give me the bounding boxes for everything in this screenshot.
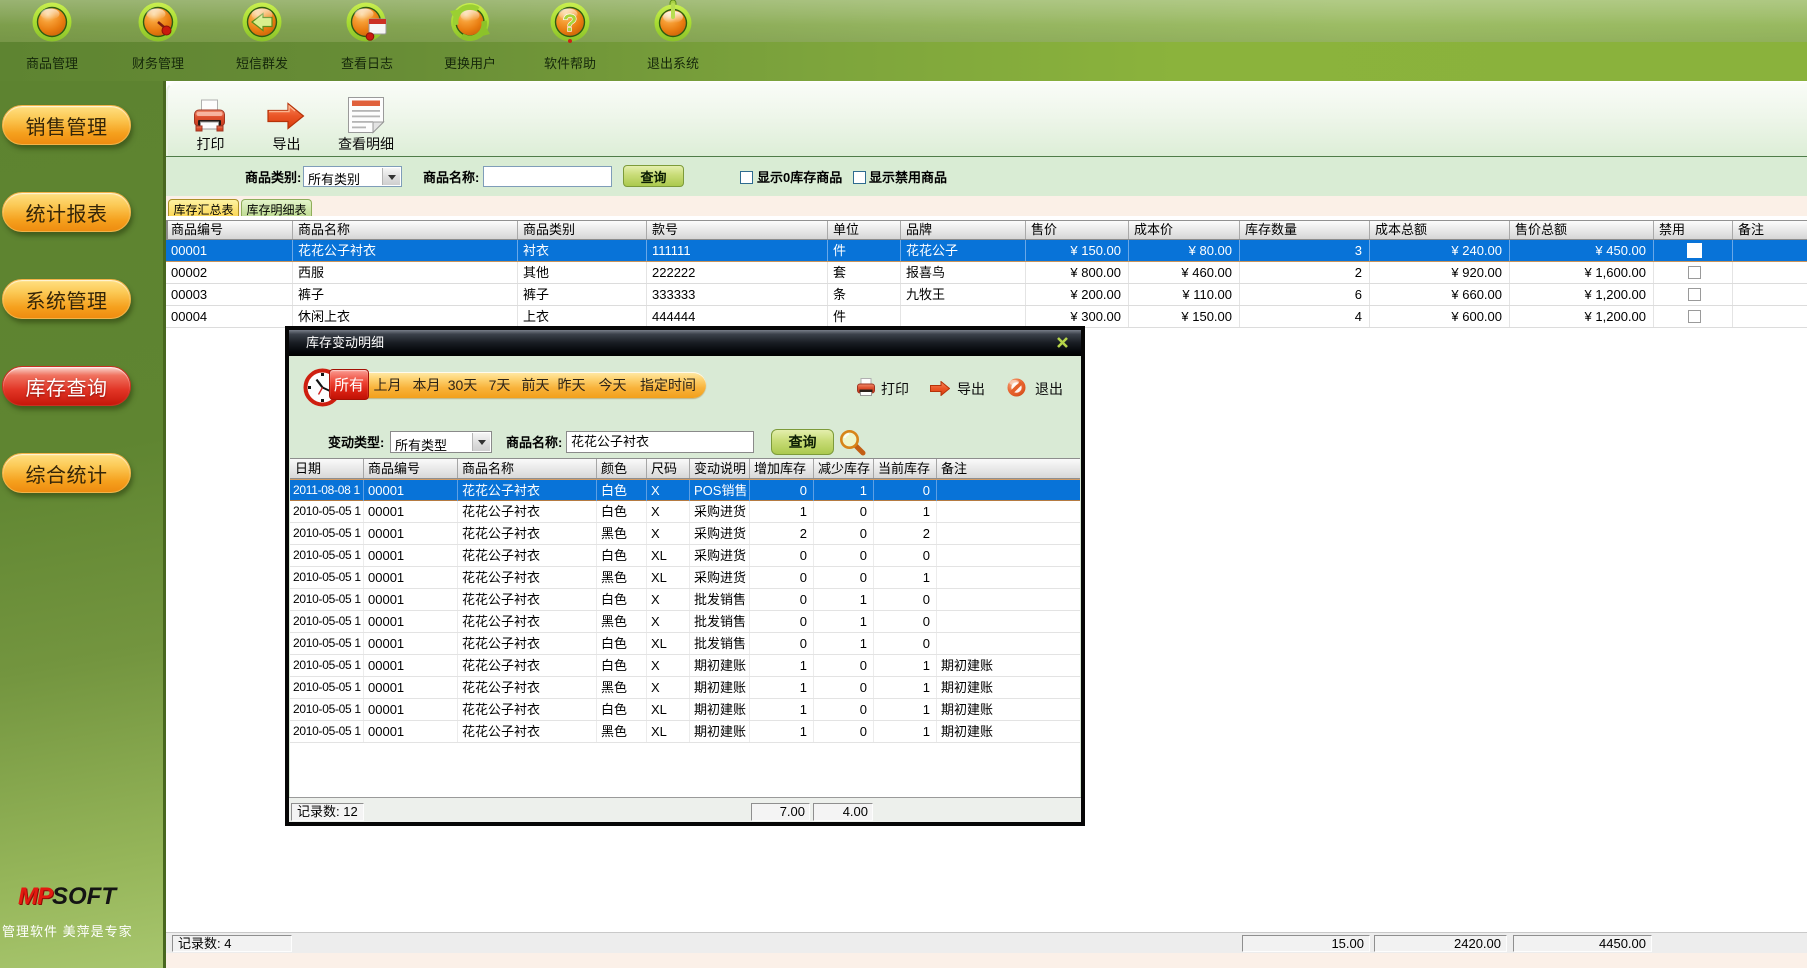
svg-text:?: ?: [563, 10, 578, 37]
